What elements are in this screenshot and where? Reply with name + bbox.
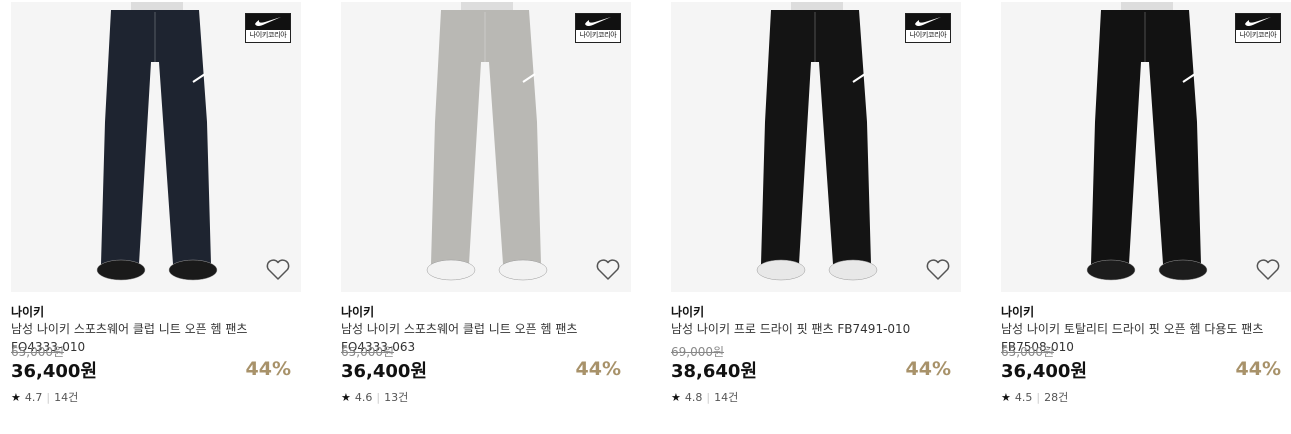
heart-outline-icon[interactable] [595,258,621,282]
star-icon: ★ [11,390,21,404]
divider: | [1036,390,1041,404]
product-card[interactable]: 나이키코리아 나이키 남성 나이키 토탈리티 드라이 핏 오픈 헴 다용도 팬츠… [1001,0,1291,434]
rating-value: 4.5 [1014,390,1033,404]
product-photo [756,2,878,281]
badge-label: 나이키코리아 [579,31,617,39]
product-image[interactable]: 나이키코리아 [11,2,301,292]
discount-rate: 44% [1235,358,1281,380]
sale-price: 36,400원 [341,361,428,382]
rating-row: ★ 4.6 | 13건 [341,389,408,405]
product-image[interactable]: 나이키코리아 [1001,2,1291,292]
swoosh-icon [576,14,620,30]
review-count: 28건 [1044,391,1069,404]
brand-name[interactable]: 나이키 [671,303,704,320]
product-image[interactable]: 나이키코리아 [341,2,631,292]
heart-outline-icon[interactable] [265,258,291,282]
heart-outline-icon[interactable] [925,258,951,282]
product-card[interactable]: 나이키코리아 나이키 남성 나이키 프로 드라이 핏 팬츠 FB7491-010… [671,0,961,434]
heart-outline-icon[interactable] [1255,258,1281,282]
sale-price: 38,640원 [671,361,758,382]
brand-name[interactable]: 나이키 [1001,303,1034,320]
discount-rate: 44% [905,358,951,380]
sale-price: 36,400원 [1001,361,1088,382]
divider: | [46,390,51,404]
brand-badge: 나이키코리아 [575,13,621,43]
badge-label: 나이키코리아 [909,31,947,39]
swoosh-icon [246,14,290,30]
review-count: 14건 [714,391,739,404]
brand-badge: 나이키코리아 [905,13,951,43]
divider: | [376,390,381,404]
rating-value: 4.6 [354,390,373,404]
rating-row: ★ 4.5 | 28건 [1001,389,1068,405]
swoosh-icon [906,14,950,30]
rating-value: 4.8 [684,390,703,404]
rating-row: ★ 4.8 | 14건 [671,389,738,405]
star-icon: ★ [671,390,681,404]
product-photo [96,2,218,281]
product-photo [1086,2,1208,281]
swoosh-icon [1236,14,1280,30]
brand-name[interactable]: 나이키 [341,303,374,320]
product-card[interactable]: 나이키코리아 나이키 남성 나이키 스포츠웨어 클럽 니트 오픈 헴 팬츠 FQ… [341,0,631,434]
sale-price: 36,400원 [11,361,98,382]
review-count: 14건 [54,391,79,404]
discount-rate: 44% [245,358,291,380]
brand-badge: 나이키코리아 [1235,13,1281,43]
badge-label: 나이키코리아 [249,31,287,39]
star-icon: ★ [341,390,351,404]
discount-rate: 44% [575,358,621,380]
rating-value: 4.7 [24,390,43,404]
product-name[interactable]: 남성 나이키 프로 드라이 핏 팬츠 FB7491-010 [671,320,941,338]
rating-row: ★ 4.7 | 14건 [11,389,78,405]
brand-badge: 나이키코리아 [245,13,291,43]
badge-label: 나이키코리아 [1239,31,1277,39]
review-count: 13건 [384,391,409,404]
divider: | [706,390,711,404]
product-card[interactable]: 나이키코리아 나이키 남성 나이키 스포츠웨어 클럽 니트 오픈 헴 팬츠 FQ… [11,0,301,434]
star-icon: ★ [1001,390,1011,404]
product-image[interactable]: 나이키코리아 [671,2,961,292]
brand-name[interactable]: 나이키 [11,303,44,320]
product-photo [426,2,548,281]
